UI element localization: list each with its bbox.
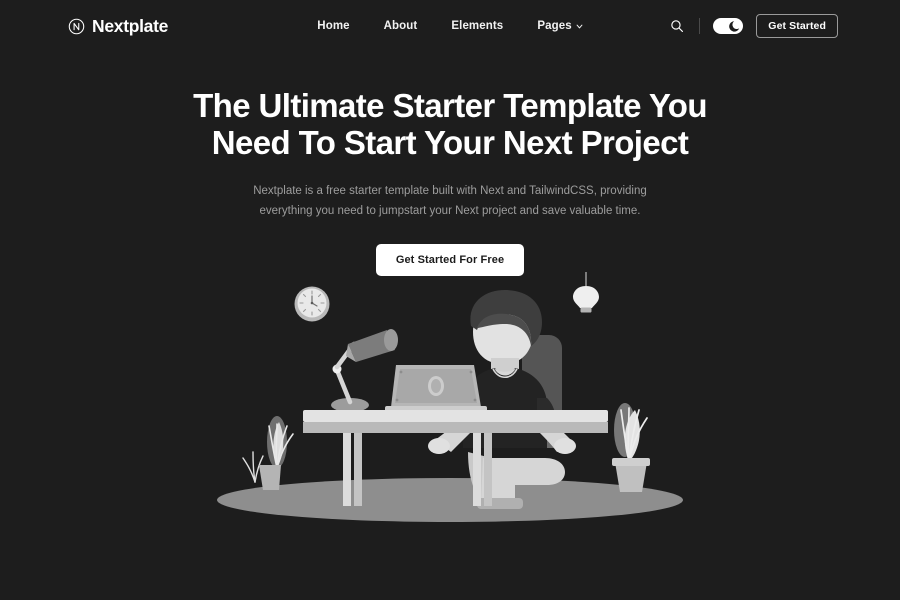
chevron-down-icon: [576, 24, 583, 29]
get-started-for-free-button[interactable]: Get Started For Free: [375, 243, 525, 276]
hero-title-line-2: Need To Start Your Next Project: [211, 123, 689, 161]
nav-label-pages: Pages: [537, 20, 572, 32]
nav-item-home[interactable]: Home: [317, 20, 349, 32]
circled-n-icon: [68, 18, 85, 34]
developer-at-desk-illustration: [217, 272, 683, 522]
brand-logo[interactable]: Nextplate: [68, 16, 168, 37]
hero-illustration-container: [0, 272, 900, 532]
nav-label-home: Home: [317, 20, 350, 32]
header-actions: Get Started: [668, 14, 838, 38]
nav-item-elements[interactable]: Elements: [451, 20, 503, 32]
nav-label-about: About: [383, 20, 418, 32]
laptop: [385, 365, 487, 412]
floor-shadow: [217, 478, 683, 522]
site-header: Nextplate Home About Elements Pages Get …: [0, 0, 900, 52]
nav-item-pages[interactable]: Pages: [537, 20, 583, 32]
potted-plant-right: [612, 403, 650, 492]
theme-toggle[interactable]: [713, 18, 744, 34]
brand-name: Nextplate: [92, 15, 169, 36]
get-started-button[interactable]: Get Started: [756, 14, 838, 38]
wall-clock: [294, 286, 330, 322]
potted-plant-left: [242, 416, 294, 490]
search-icon: [671, 20, 684, 32]
nav-label-elements: Elements: [451, 20, 504, 32]
hero-section: The Ultimate Starter Template You Need T…: [0, 52, 900, 276]
header-divider: [699, 18, 701, 34]
nav-item-about[interactable]: About: [384, 20, 418, 32]
desk-lamp: [331, 329, 398, 412]
page-title: The Ultimate Starter Template You Need T…: [0, 87, 900, 161]
page-root: Nextplate Home About Elements Pages Get …: [0, 0, 900, 600]
theme-toggle-knob: [728, 19, 743, 33]
hero-description: Nextplate is a free starter template bui…: [253, 185, 647, 218]
hanging-light-bulb: [573, 272, 599, 313]
moon-icon: [729, 21, 740, 32]
hero-title-line-1: The Ultimate Starter Template You: [193, 87, 707, 124]
search-button[interactable]: [668, 17, 686, 35]
